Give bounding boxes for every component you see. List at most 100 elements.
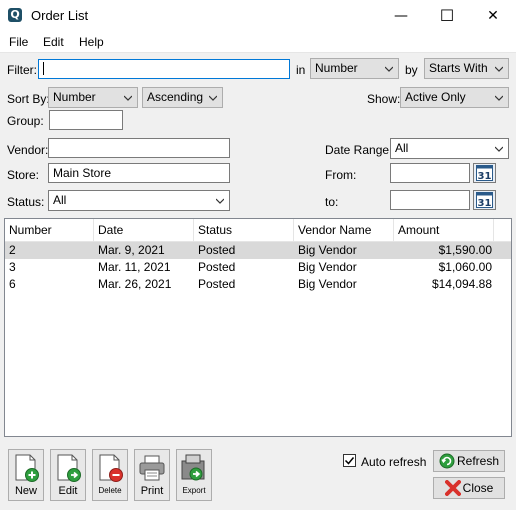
cell-vendor: Big Vendor	[298, 243, 357, 257]
refresh-button[interactable]: Refresh	[433, 450, 505, 472]
chevron-down-icon	[495, 146, 503, 152]
show-select[interactable]: Active Only	[400, 87, 509, 108]
menu-file[interactable]: File	[9, 35, 28, 49]
refresh-icon	[439, 453, 455, 469]
from-label: From:	[325, 168, 357, 182]
cell-status: Posted	[198, 260, 236, 274]
to-label: to:	[325, 195, 339, 209]
close-window-button[interactable]: ✕	[470, 0, 516, 31]
to-calendar-button[interactable]: 31	[473, 190, 496, 210]
chevron-down-icon	[209, 95, 217, 101]
chevron-down-icon	[385, 66, 393, 72]
sort-field-value: Number	[53, 90, 96, 104]
filter-label: Filter:	[7, 63, 37, 77]
filter-input[interactable]	[38, 59, 290, 79]
cell-status: Posted	[198, 277, 236, 291]
menu-help[interactable]: Help	[79, 35, 104, 49]
edit-button-label: Edit	[58, 485, 78, 497]
group-input[interactable]	[49, 110, 123, 130]
refresh-button-label: Refresh	[456, 454, 500, 468]
new-button[interactable]: New	[8, 449, 44, 501]
cell-vendor: Big Vendor	[298, 277, 357, 291]
filter-field-value: Number	[315, 61, 358, 75]
auto-refresh-label: Auto refresh	[361, 455, 427, 469]
calendar-icon: 31	[476, 192, 493, 208]
table-header: Number Date Status Vendor Name Amount	[5, 219, 511, 242]
minimize-button[interactable]: —	[378, 0, 424, 31]
column-header-amount[interactable]: Amount	[394, 219, 494, 242]
show-label: Show:	[367, 92, 401, 106]
text-caret	[43, 62, 44, 75]
chevron-down-icon	[216, 198, 224, 204]
cell-number: 3	[9, 260, 16, 274]
export-button[interactable]: Export	[176, 449, 212, 501]
calendar-icon: 31	[476, 165, 493, 181]
store-label: Store:	[7, 168, 40, 182]
from-calendar-button[interactable]: 31	[473, 163, 496, 183]
vendor-label: Vendor:	[7, 143, 49, 157]
column-header-status[interactable]: Status	[194, 219, 294, 242]
close-button[interactable]: Close	[433, 477, 505, 499]
chevron-down-icon	[495, 95, 503, 101]
table-row[interactable]: 6 Mar. 26, 2021 Posted Big Vendor $14,09…	[5, 276, 511, 293]
date-range-label: Date Range:	[325, 143, 393, 157]
cell-amount: $1,590.00	[438, 243, 492, 257]
delete-button[interactable]: Delete	[92, 449, 128, 501]
menu-edit[interactable]: Edit	[43, 35, 64, 49]
print-button[interactable]: Print	[134, 449, 170, 501]
vendor-input[interactable]	[48, 138, 230, 158]
export-icon	[181, 454, 205, 481]
cell-amount: $14,094.88	[431, 277, 492, 291]
window-title: Order List	[31, 8, 89, 23]
maximize-icon: ☐	[439, 6, 455, 25]
svg-text:31: 31	[478, 171, 492, 181]
cell-status: Posted	[198, 243, 236, 257]
new-button-label: New	[14, 485, 37, 497]
cell-date: Mar. 26, 2021	[98, 277, 172, 291]
sort-field-select[interactable]: Number	[48, 87, 138, 108]
edit-document-icon	[57, 454, 81, 482]
column-header-vendor-name[interactable]: Vendor Name	[294, 219, 394, 242]
close-icon	[444, 480, 461, 496]
cell-amount: $1,060.00	[438, 260, 492, 274]
table-row[interactable]: 3 Mar. 11, 2021 Posted Big Vendor $1,060…	[5, 259, 511, 276]
column-header-date[interactable]: Date	[94, 219, 194, 242]
edit-button[interactable]: Edit	[50, 449, 86, 501]
delete-button-label: Delete	[98, 486, 122, 495]
group-label: Group:	[7, 114, 44, 128]
cell-number: 6	[9, 277, 16, 291]
store-input[interactable]: Main Store	[48, 163, 230, 183]
status-value: All	[53, 193, 67, 207]
sort-by-label: Sort By:	[7, 92, 50, 106]
sort-order-select[interactable]: Ascending	[142, 87, 223, 108]
column-header-number[interactable]: Number	[5, 219, 94, 242]
maximize-button[interactable]: ☐	[424, 0, 470, 31]
by-label: by	[405, 63, 418, 77]
order-table[interactable]: Number Date Status Vendor Name Amount 2 …	[4, 218, 512, 437]
delete-document-icon	[99, 454, 123, 482]
chevron-down-icon	[495, 66, 503, 72]
auto-refresh-checkbox[interactable]	[343, 454, 356, 467]
title-bar: Q Order List — ☐ ✕	[0, 0, 516, 31]
filter-mode-value: Starts With	[429, 61, 488, 75]
to-date-input[interactable]	[390, 190, 470, 210]
status-select[interactable]: All	[48, 190, 230, 211]
export-button-label: Export	[182, 486, 206, 495]
checkmark-icon	[344, 457, 355, 465]
filter-mode-select[interactable]: Starts With	[424, 58, 509, 79]
table-row[interactable]: 2 Mar. 9, 2021 Posted Big Vendor $1,590.…	[5, 242, 511, 259]
cell-vendor: Big Vendor	[298, 260, 357, 274]
date-range-select[interactable]: All	[390, 138, 509, 159]
cell-number: 2	[9, 243, 16, 257]
from-date-input[interactable]	[390, 163, 470, 183]
new-document-icon	[15, 454, 39, 482]
date-range-value: All	[395, 141, 409, 155]
close-icon: ✕	[487, 7, 499, 24]
filter-field-select[interactable]: Number	[310, 58, 399, 79]
sort-order-value: Ascending	[147, 90, 204, 104]
cell-date: Mar. 11, 2021	[98, 260, 171, 274]
svg-text:31: 31	[478, 198, 492, 208]
status-label: Status:	[7, 195, 45, 209]
show-value: Active Only	[405, 90, 466, 104]
in-label: in	[296, 63, 306, 77]
